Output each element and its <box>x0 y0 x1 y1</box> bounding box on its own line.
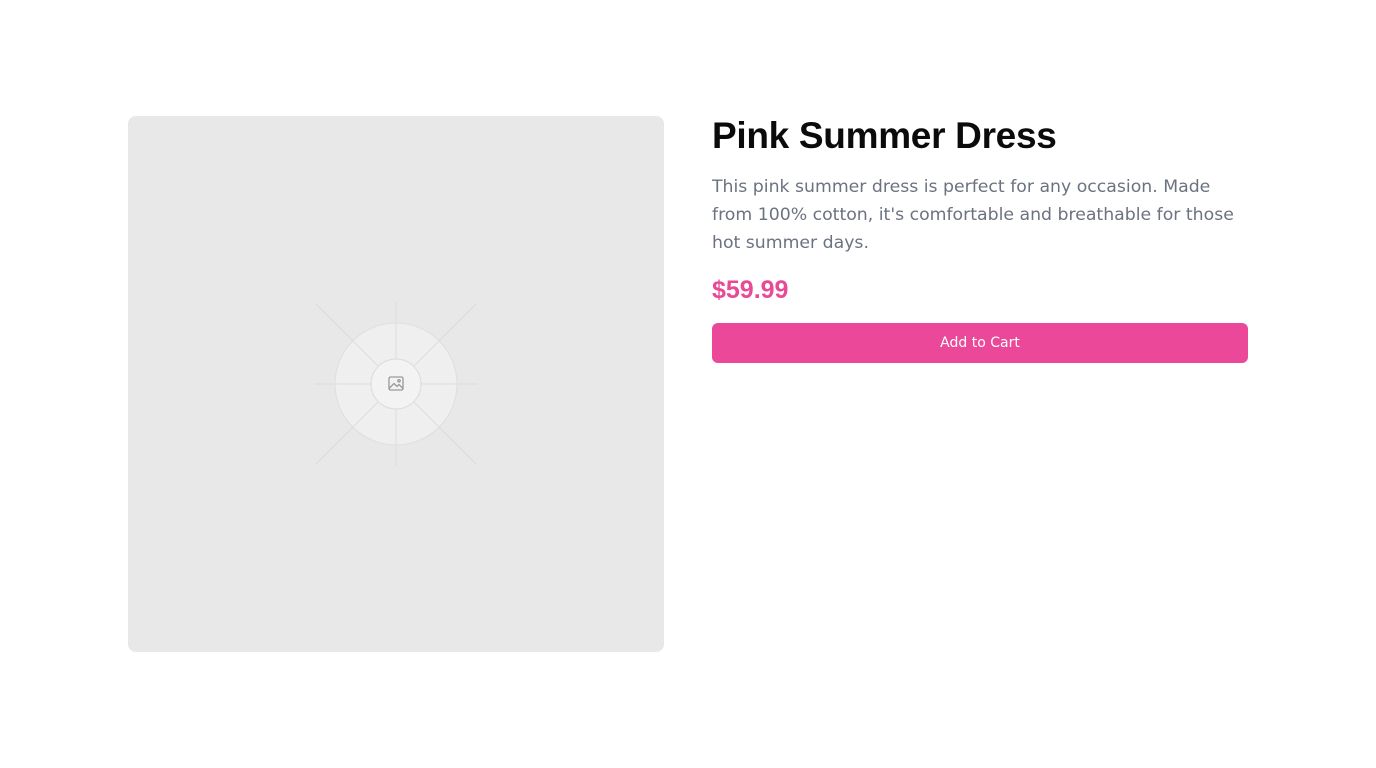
product-price: $59.99 <box>712 276 789 304</box>
product-detail: Pink Summer Dress This pink summer dress… <box>128 116 1248 652</box>
product-image-placeholder <box>128 116 664 652</box>
add-to-cart-button[interactable]: Add to Cart <box>712 323 1248 363</box>
product-info: Pink Summer Dress This pink summer dress… <box>712 116 1248 363</box>
placeholder-graphic <box>314 302 478 466</box>
product-title: Pink Summer Dress <box>712 115 1057 156</box>
product-description: This pink summer dress is perfect for an… <box>712 177 1234 253</box>
